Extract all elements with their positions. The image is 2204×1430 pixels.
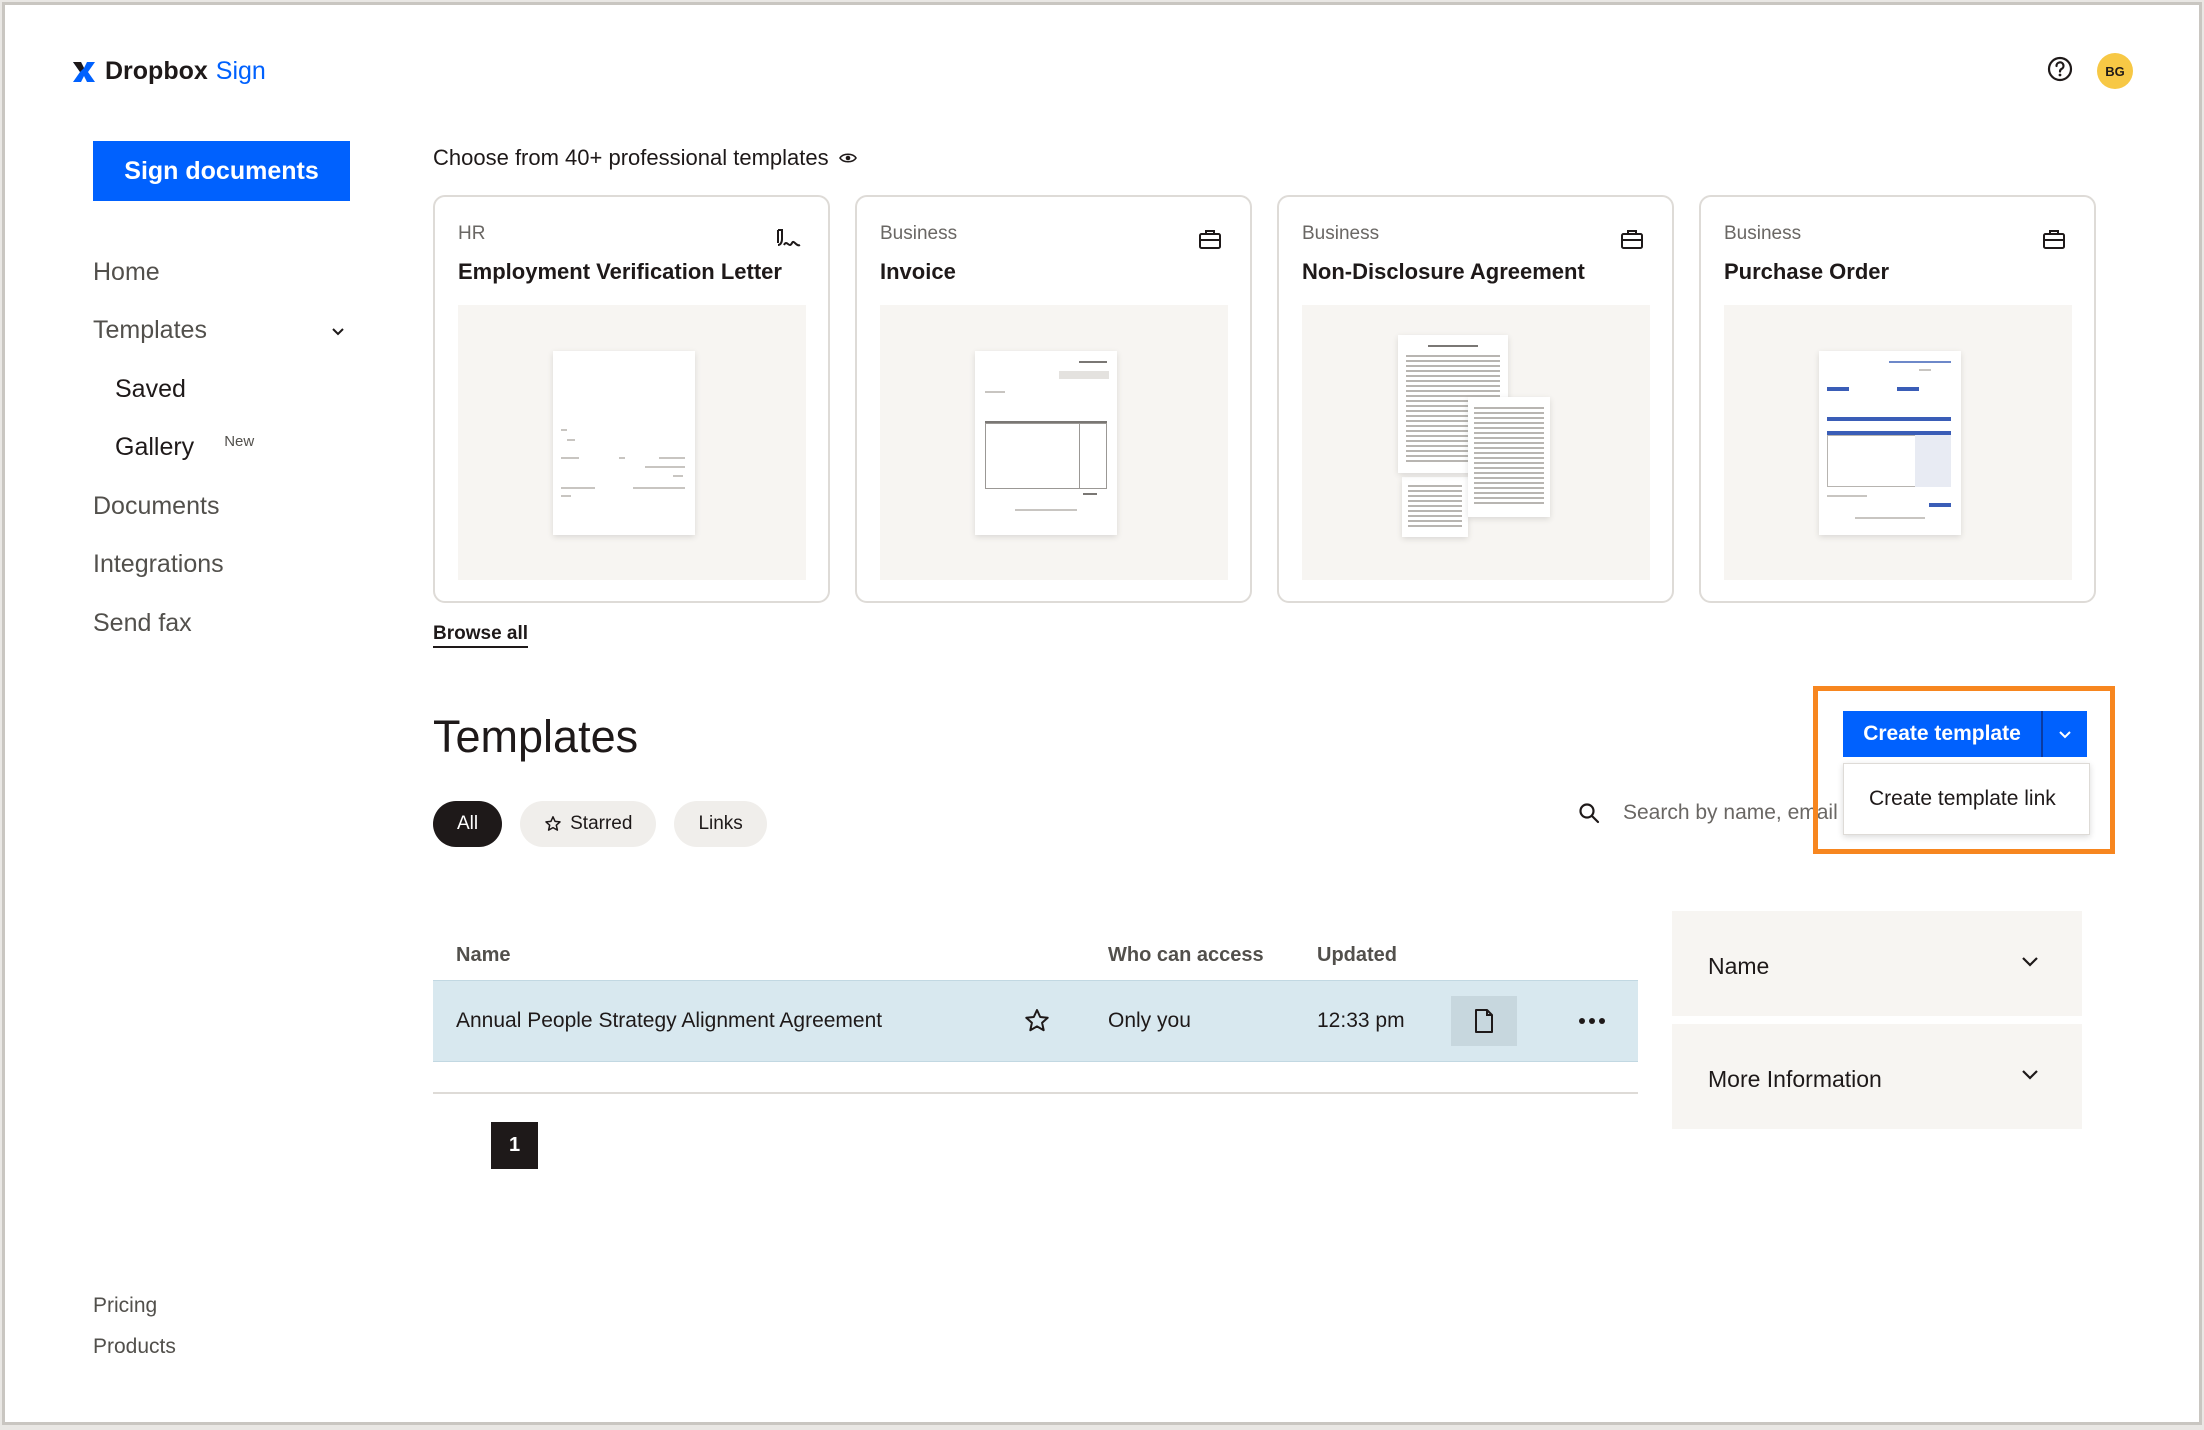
card-title: Employment Verification Letter — [458, 259, 782, 284]
star-icon — [545, 816, 561, 831]
card-title: Non-Disclosure Agreement — [1302, 259, 1585, 284]
card-category: HR — [458, 223, 486, 244]
table-divider — [433, 1092, 1638, 1094]
filter-label: All — [457, 813, 479, 834]
sidebar-nav: Home Templates Saved Gallery New Documen… — [93, 243, 353, 653]
gallery-title-text: Choose from 40+ professional templates — [433, 145, 829, 170]
sidebar-item-documents[interactable]: Documents — [93, 477, 353, 536]
sidebar-item-integrations[interactable]: Integrations — [93, 536, 353, 595]
sidebar-item-gallery[interactable]: Gallery New — [93, 419, 353, 478]
page-title: Templates — [433, 711, 639, 762]
access-value: Only you — [1108, 1009, 1191, 1032]
document-thumbnail — [1468, 397, 1550, 517]
user-avatar[interactable]: BG — [2097, 53, 2133, 89]
filter-starred[interactable]: Starred — [520, 801, 657, 847]
document-thumbnail — [975, 351, 1117, 535]
sidebar-item-send-fax[interactable]: Send fax — [93, 594, 353, 653]
document-icon — [1475, 1009, 1493, 1033]
create-template-split-button: Create template — [1843, 711, 2087, 757]
card-preview — [1724, 305, 2072, 580]
document-thumbnail — [1402, 477, 1468, 537]
sidebar-item-label: Integrations — [93, 550, 224, 579]
search-input[interactable] — [1623, 801, 1843, 825]
column-header-updated[interactable]: Updated — [1317, 944, 1397, 967]
use-template-button[interactable] — [1451, 996, 1517, 1046]
sidebar-item-label: Saved — [115, 374, 186, 403]
template-card-invoice[interactable]: Business Invoice — [855, 195, 1252, 603]
document-thumbnail — [1819, 351, 1961, 535]
brand-product: Sign — [215, 57, 266, 85]
card-category: Business — [1724, 223, 1802, 244]
filter-label: Links — [698, 813, 743, 834]
dropbox-logo-icon — [73, 61, 95, 82]
template-card-purchase-order[interactable]: Business Purchase Order — [1699, 195, 2096, 603]
dropbox-sign-logo[interactable]: Dropbox Sign — [71, 57, 266, 86]
chevron-down-icon — [2059, 731, 2071, 739]
card-title: Purchase Order — [1724, 259, 1890, 284]
sidebar-item-templates[interactable]: Templates — [93, 302, 353, 361]
new-badge: New — [224, 433, 255, 451]
chevron-down-icon — [2022, 957, 2038, 967]
filter-links[interactable]: Links — [674, 801, 767, 847]
sidebar-item-home[interactable]: Home — [93, 243, 353, 302]
pagination-page[interactable]: 1 — [491, 1122, 538, 1169]
sidebar-footer: Pricing Products — [93, 1285, 176, 1367]
gallery-title: Choose from 40+ professional templates — [433, 145, 857, 171]
card-preview — [458, 305, 806, 580]
template-name[interactable]: Annual People Strategy Alignment Agreeme… — [456, 1009, 882, 1033]
app-frame: Dropbox Sign BG Sign documents Home Temp… — [2, 2, 2202, 1425]
browse-all-link[interactable]: Browse all — [433, 623, 529, 648]
search-box — [1577, 801, 1847, 825]
sidebar-item-label: Gallery — [115, 433, 195, 462]
sidebar-item-saved[interactable]: Saved — [93, 360, 353, 419]
create-template-button[interactable]: Create template — [1843, 711, 2041, 757]
sidebar-item-label: Documents — [93, 491, 220, 520]
panel-name-accordion[interactable]: Name — [1672, 911, 2082, 1016]
accordion-title: More Information — [1708, 1066, 1882, 1092]
star-icon[interactable] — [1023, 1007, 1051, 1035]
template-gallery-cards: HR Employment Verification Letter Busine… — [433, 195, 2096, 603]
document-thumbnail — [553, 351, 695, 535]
panel-more-information-accordion[interactable]: More Information — [1672, 1024, 2082, 1129]
card-preview — [1302, 305, 1650, 580]
column-header-name[interactable]: Name — [456, 944, 510, 967]
briefcase-icon — [1199, 230, 1221, 249]
filter-label: Starred — [570, 813, 633, 834]
sidebar-item-label: Templates — [93, 316, 207, 345]
pricing-link[interactable]: Pricing — [93, 1285, 176, 1326]
signature-icon — [777, 229, 801, 247]
sidebar-item-label: Home — [93, 257, 160, 286]
search-icon — [1579, 803, 1600, 824]
table-header: Name Who can access Updated — [433, 933, 1638, 977]
template-card-employment-verification[interactable]: HR Employment Verification Letter — [433, 195, 830, 603]
briefcase-icon — [2043, 230, 2065, 249]
create-template-dropdown-toggle[interactable] — [2041, 711, 2087, 757]
sign-documents-button[interactable]: Sign documents — [93, 141, 350, 201]
template-card-nda[interactable]: Business Non-Disclosure Agreement — [1277, 195, 1674, 603]
accordion-title: Name — [1708, 953, 1770, 979]
card-title: Invoice — [880, 259, 956, 284]
create-template-link-menu-item[interactable]: Create template link — [1843, 763, 2090, 835]
products-link[interactable]: Products — [93, 1326, 176, 1367]
more-options-icon[interactable] — [1577, 1016, 1607, 1026]
updated-value: 12:33 pm — [1317, 1009, 1405, 1032]
sidebar-item-label: Send fax — [93, 608, 192, 637]
chevron-down-icon — [2022, 1070, 2038, 1080]
header-actions: BG — [2045, 53, 2133, 89]
card-category: Business — [1302, 223, 1380, 244]
briefcase-icon — [1621, 230, 1643, 249]
filter-chips: All Starred Links — [433, 801, 767, 847]
help-icon[interactable] — [2045, 54, 2075, 89]
chevron-down-icon[interactable] — [329, 322, 347, 340]
column-header-access: Who can access — [1108, 943, 1264, 966]
eye-icon — [838, 153, 857, 163]
card-preview — [880, 305, 1228, 580]
brand-name: Dropbox — [105, 57, 208, 85]
card-category: Business — [880, 223, 958, 244]
filter-all[interactable]: All — [433, 801, 503, 847]
table-row[interactable]: Annual People Strategy Alignment Agreeme… — [433, 980, 1638, 1062]
